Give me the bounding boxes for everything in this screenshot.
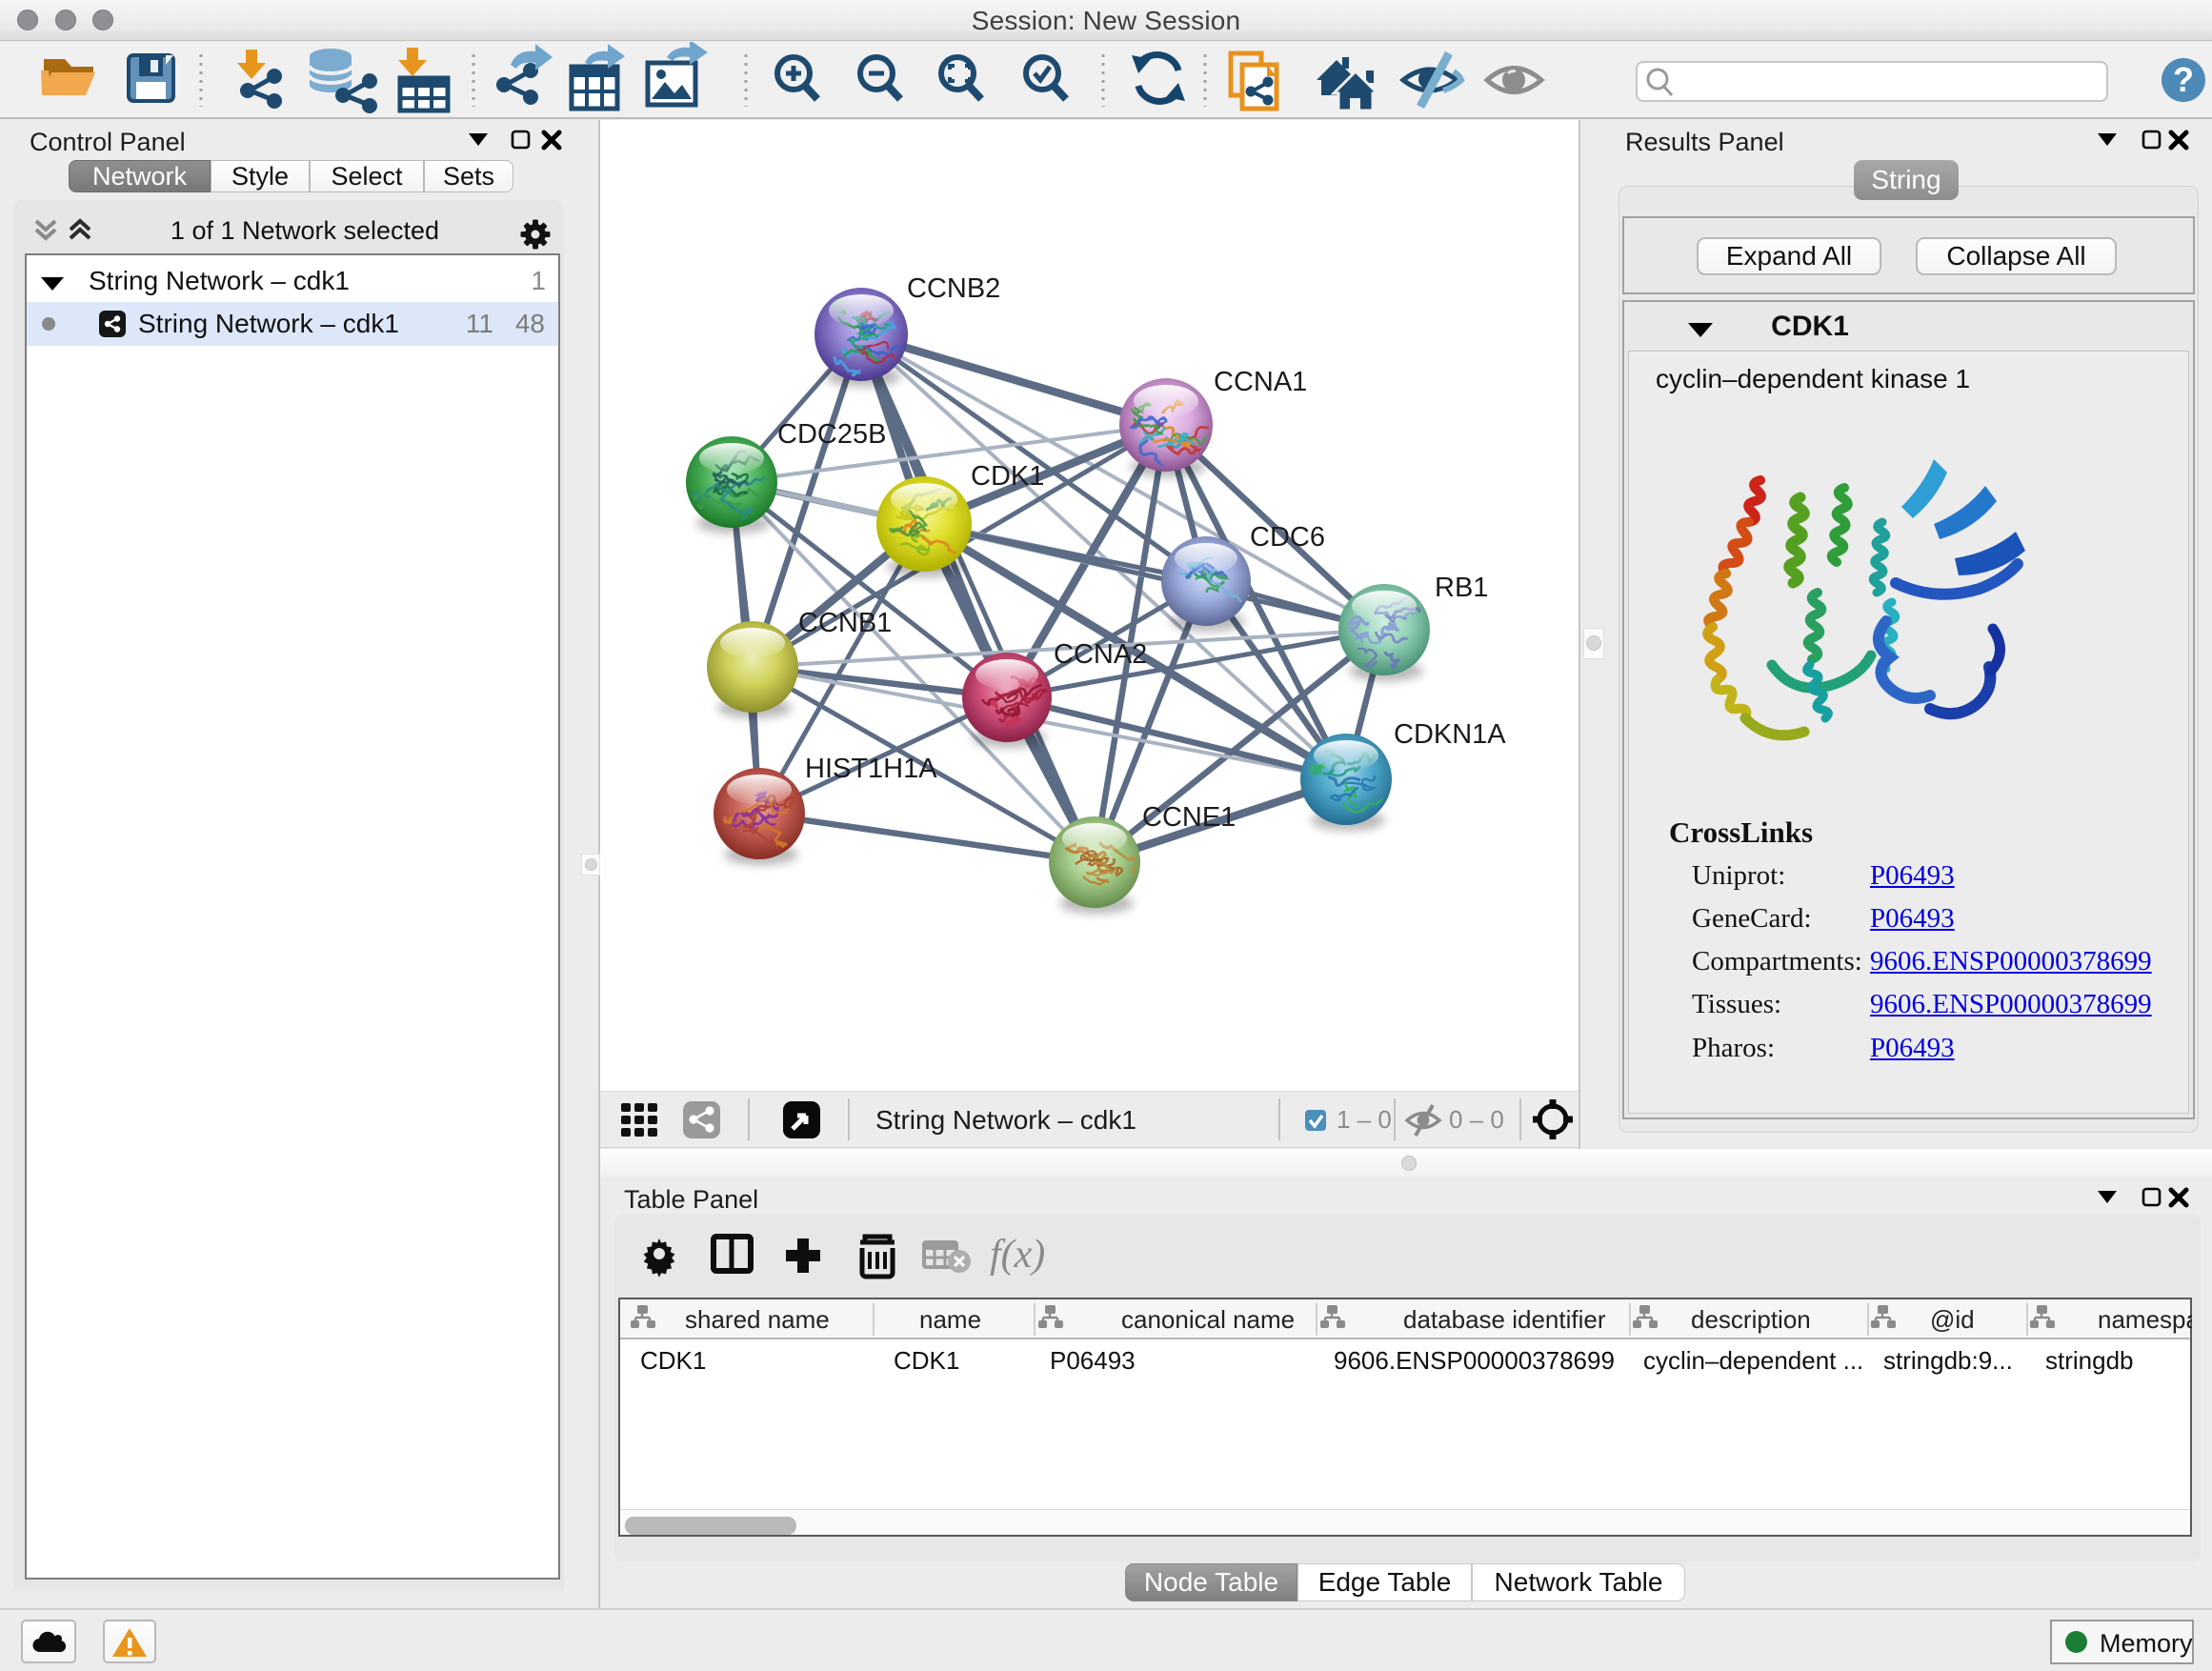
svg-text:CCNB1: CCNB1 (798, 608, 892, 638)
svg-text:canonical name: canonical name (1121, 1305, 1295, 1334)
svg-text:namespac: namespac (2098, 1305, 2192, 1334)
svg-text:String Network – cdk1: String Network – cdk1 (875, 1105, 1136, 1135)
svg-text:CDK1: CDK1 (971, 461, 1044, 492)
svg-text:1 – 0: 1 – 0 (1337, 1105, 1392, 1134)
svg-text:CCNE1: CCNE1 (1142, 802, 1236, 833)
svg-text:CDKN1A: CDKN1A (1394, 719, 1506, 750)
svg-text:CCNB2: CCNB2 (907, 273, 1000, 304)
svg-text:CCNA2: CCNA2 (1054, 639, 1147, 670)
svg-text:CDC25B: CDC25B (777, 419, 886, 450)
svg-text:?: ? (2173, 60, 2194, 99)
svg-text:description: description (1691, 1305, 1811, 1334)
svg-text:RB1: RB1 (1435, 573, 1488, 603)
svg-text:0 – 0: 0 – 0 (1449, 1105, 1504, 1134)
svg-text:CDC6: CDC6 (1250, 522, 1325, 553)
svg-text:f(x): f(x) (990, 1233, 1045, 1277)
svg-text:database identifier: database identifier (1403, 1305, 1606, 1334)
svg-text:HIST1H1A: HIST1H1A (805, 754, 937, 784)
svg-text:CCNA1: CCNA1 (1214, 367, 1307, 397)
svg-text:name: name (919, 1305, 981, 1334)
svg-text:@id: @id (1930, 1305, 1975, 1334)
svg-text:shared name: shared name (685, 1305, 830, 1334)
